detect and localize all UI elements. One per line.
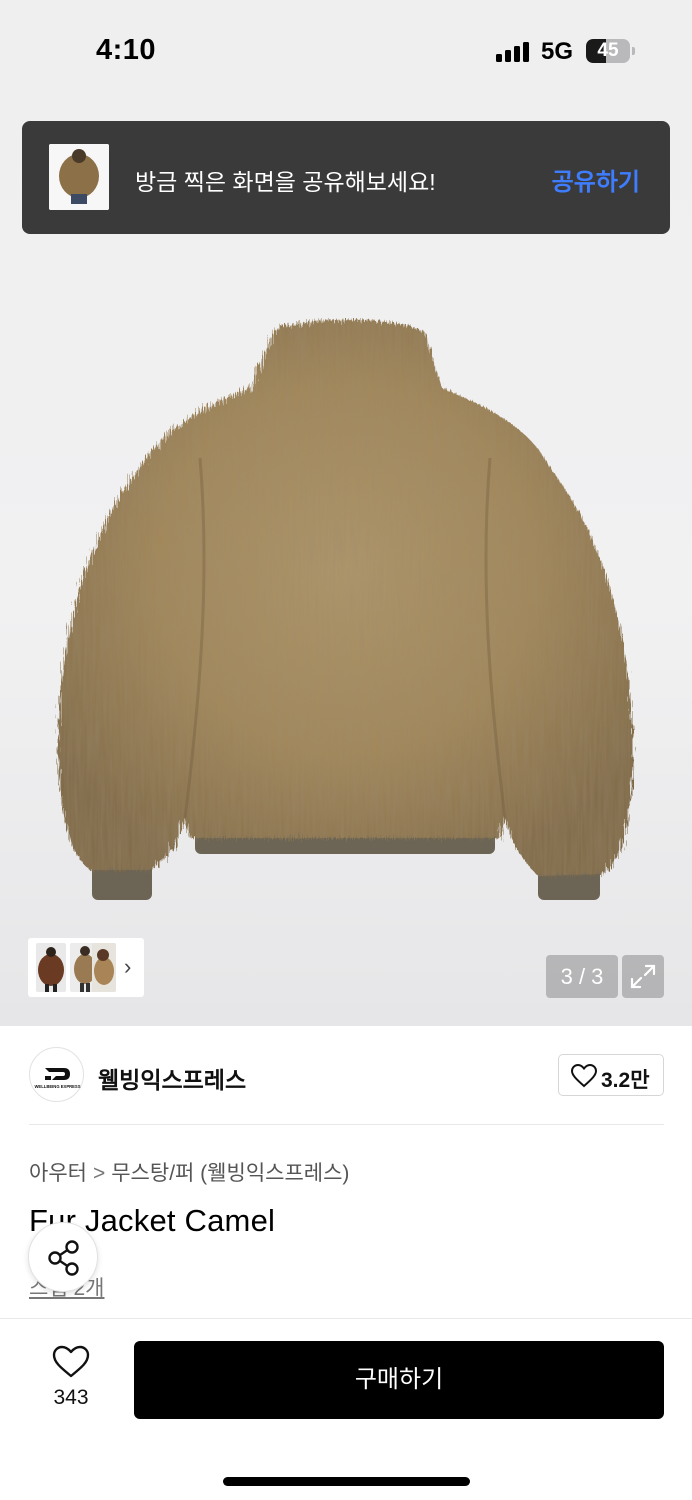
product-image[interactable] xyxy=(50,318,640,908)
expand-arrows-icon[interactable] xyxy=(622,955,664,998)
cellular-signal-icon xyxy=(496,42,532,62)
battery-level: 45 xyxy=(597,40,619,61)
breadcrumb-item-mustang-fur[interactable]: 무스탕/퍼 (웰빙익스프레스) xyxy=(111,1162,349,1185)
share-icon xyxy=(48,1240,79,1276)
brand-like-count: 3.2만 xyxy=(601,1069,650,1092)
share-button[interactable] xyxy=(28,1222,98,1292)
thumbnail-1[interactable] xyxy=(36,943,66,992)
network-type: 5G xyxy=(541,38,574,65)
breadcrumb-item-outer[interactable]: 아우터 xyxy=(29,1162,87,1185)
heart-outline-icon xyxy=(52,1345,90,1378)
thumbnail-strip[interactable]: › xyxy=(28,938,144,997)
divider xyxy=(29,1124,664,1125)
fur-jacket-illustration xyxy=(58,319,633,900)
breadcrumb: 아우터 > 무스탕/퍼 (웰빙익스프레스) xyxy=(29,1157,349,1187)
home-indicator xyxy=(223,1477,470,1486)
image-counter: 3 / 3 xyxy=(546,955,618,998)
battery-nub xyxy=(632,47,635,55)
fur-texture xyxy=(58,319,633,876)
thumbnail-3[interactable] xyxy=(92,943,116,992)
heart-outline-icon xyxy=(570,1063,598,1088)
brand-name[interactable]: 웰빙익스프레스 xyxy=(98,1061,246,1095)
brand-logo[interactable]: WELLBEING EXPRESS xyxy=(29,1047,84,1102)
toast-share-button[interactable]: 공유하기 xyxy=(552,162,640,197)
brand-like-button[interactable]: 3.2만 xyxy=(558,1054,664,1096)
screenshot-thumbnail[interactable] xyxy=(49,144,109,210)
wish-count: 343 xyxy=(53,1386,89,1409)
share-toast: 방금 찍은 화면을 공유해보세요! 공유하기 xyxy=(22,121,670,234)
wish-button[interactable]: 343 xyxy=(36,1344,106,1414)
buy-button[interactable]: 구매하기 xyxy=(134,1341,664,1419)
breadcrumb-separator: > xyxy=(92,1162,106,1185)
toast-message: 방금 찍은 화면을 공유해보세요! xyxy=(135,169,436,195)
status-bar: 4:10 5G 45 xyxy=(0,0,692,100)
chevron-right-icon: › xyxy=(124,954,132,979)
battery-icon: 45 xyxy=(586,39,630,63)
brand-logo-text: WELLBEING EXPRESS xyxy=(34,1084,80,1089)
status-time: 4:10 xyxy=(96,34,157,66)
